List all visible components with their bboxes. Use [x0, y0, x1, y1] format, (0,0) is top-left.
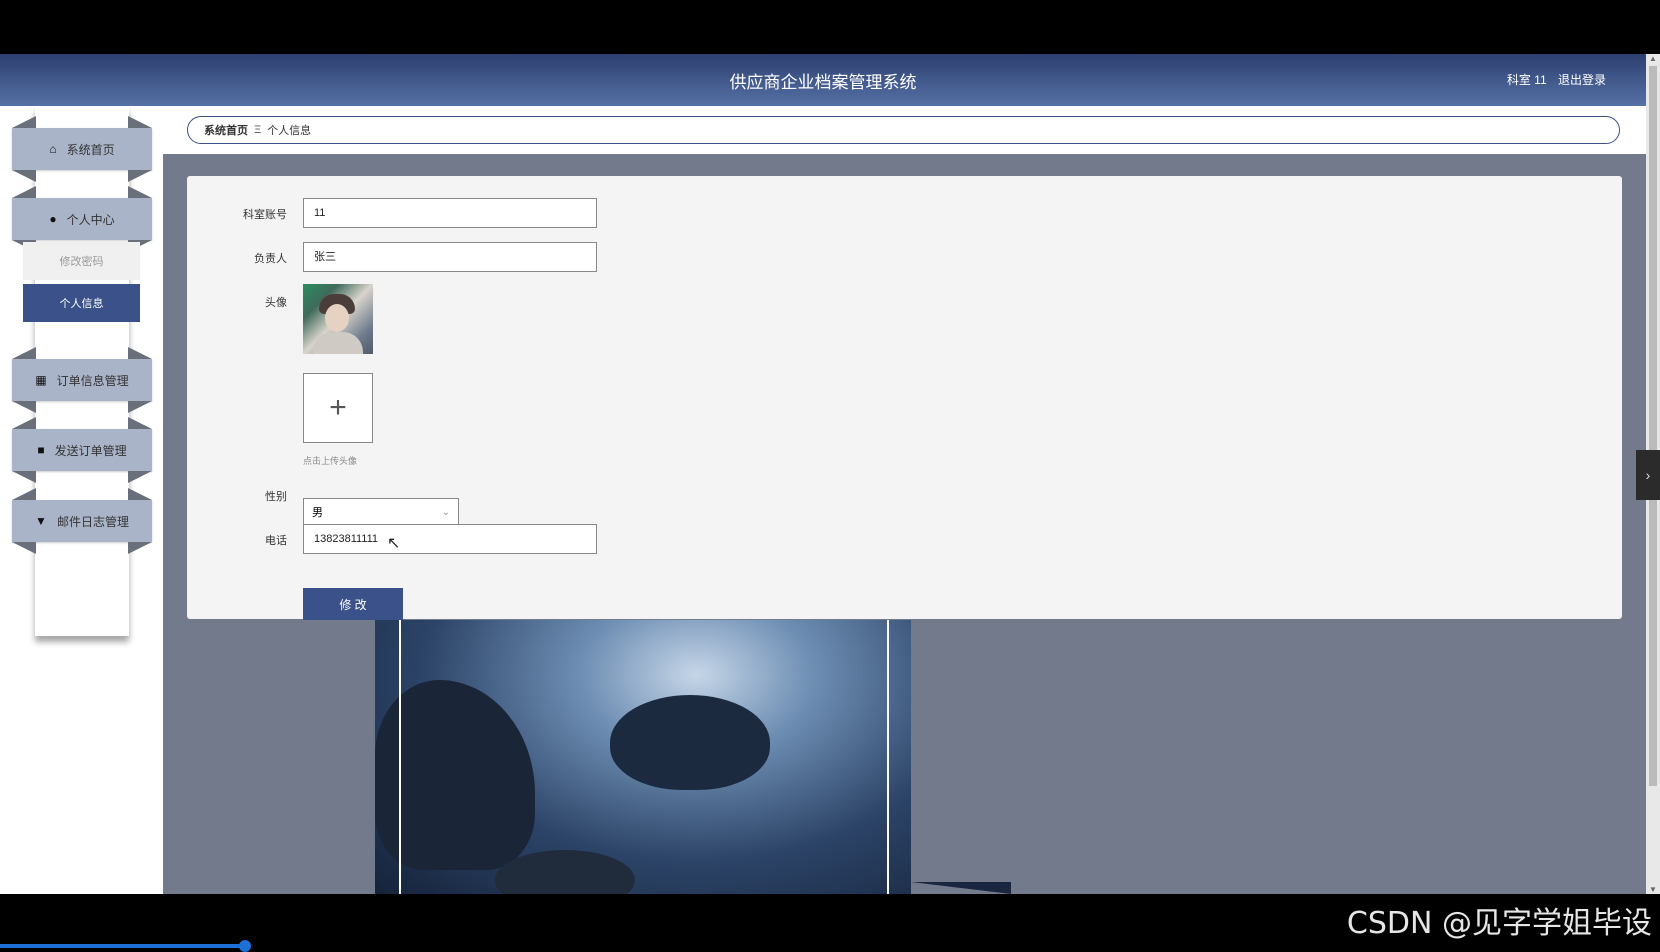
logout-link[interactable]: 退出登录: [1558, 73, 1606, 87]
decorative-triangle: [911, 882, 1011, 894]
main-content: 系统首页 Ξ 个人信息 科室账号 11 负责人 张三 头像 + 点击上传头像 性: [163, 106, 1646, 894]
sidebar-item-send-orders[interactable]: ■ 发送订单管理: [12, 417, 152, 483]
gender-value: 男: [312, 507, 323, 519]
sidebar-item-label: 个人中心: [66, 212, 115, 227]
home-icon: ⌂: [49, 142, 57, 156]
gender-label: 性别: [265, 491, 287, 503]
top-header: 供应商企业档案管理系统 科室 11 退出登录: [0, 54, 1646, 106]
sidebar-item-label: 邮件日志管理: [56, 514, 129, 529]
box-icon: ■: [37, 443, 45, 457]
sidebar-subitem-change-password[interactable]: 修改密码: [23, 242, 140, 280]
sidebar: ⌂ 系统首页 ● 个人中心 修改密码 个人信息 ▦ 订单信息管理 ■ 发送订单管…: [0, 106, 163, 894]
phone-label: 电话: [265, 535, 287, 547]
chevron-right-icon: ›: [1645, 467, 1651, 483]
breadcrumb-current: 个人信息: [267, 125, 312, 137]
avatar-image: [303, 284, 373, 354]
sidebar-item-order-info[interactable]: ▦ 订单信息管理: [12, 347, 152, 413]
account-field[interactable]: 11: [303, 198, 597, 228]
mouse-cursor-icon: ↖: [387, 535, 401, 552]
sidebar-item-label: 发送订单管理: [54, 443, 127, 458]
sidebar-item-mail-log[interactable]: ▼ 邮件日志管理: [12, 488, 152, 554]
trophy-icon: ▼: [35, 514, 47, 528]
avatar-upload-button[interactable]: +: [303, 373, 373, 443]
account-label: 科室账号: [243, 209, 287, 221]
user-label: 科室 11: [1506, 73, 1547, 87]
user-icon: ●: [49, 212, 57, 226]
sidebar-subitem-personal-info[interactable]: 个人信息: [23, 284, 140, 322]
sidebar-item-home[interactable]: ⌂ 系统首页: [12, 116, 152, 182]
chevron-down-icon: ⌄: [441, 507, 450, 518]
scroll-up-icon[interactable]: ▲: [1649, 54, 1657, 63]
profile-form-card: 科室账号 11 负责人 张三 头像 + 点击上传头像 性别 男 ⌄ 电话 138…: [187, 176, 1622, 620]
side-panel-toggle[interactable]: ›: [1636, 450, 1660, 500]
plus-icon: +: [329, 391, 347, 424]
background-photo: [375, 620, 911, 894]
avatar-label: 头像: [265, 297, 287, 309]
app-viewport: 供应商企业档案管理系统 科室 11 退出登录 ⌂ 系统首页 ● 个人中心 修改密…: [0, 54, 1660, 894]
breadcrumb-separator: Ξ: [254, 124, 262, 136]
scroll-down-icon[interactable]: ▼: [1649, 885, 1657, 894]
video-progress-bar[interactable]: [0, 940, 251, 952]
watermark: CSDN @见字学姐毕设: [1346, 906, 1652, 941]
submit-button[interactable]: 修 改: [303, 588, 403, 620]
avatar-upload-hint: 点击上传头像: [303, 456, 358, 466]
breadcrumb: 系统首页 Ξ 个人信息: [187, 116, 1620, 144]
sidebar-item-label: 订单信息管理: [56, 373, 129, 388]
user-area: 科室 11 退出登录: [1499, 71, 1606, 88]
breadcrumb-bar: 系统首页 Ξ 个人信息: [163, 106, 1646, 154]
app-title: 供应商企业档案管理系统: [729, 73, 917, 93]
grid-icon: ▦: [35, 373, 47, 387]
owner-label: 负责人: [254, 253, 287, 265]
scrollbar-thumb[interactable]: [1649, 66, 1657, 786]
sidebar-item-personal-center[interactable]: ● 个人中心: [12, 186, 152, 252]
sidebar-item-label: 系统首页: [66, 142, 115, 157]
owner-field[interactable]: 张三: [303, 242, 597, 272]
breadcrumb-home[interactable]: 系统首页: [204, 122, 248, 138]
phone-field[interactable]: 13823811111: [303, 524, 597, 554]
progress-knob[interactable]: [239, 940, 251, 952]
